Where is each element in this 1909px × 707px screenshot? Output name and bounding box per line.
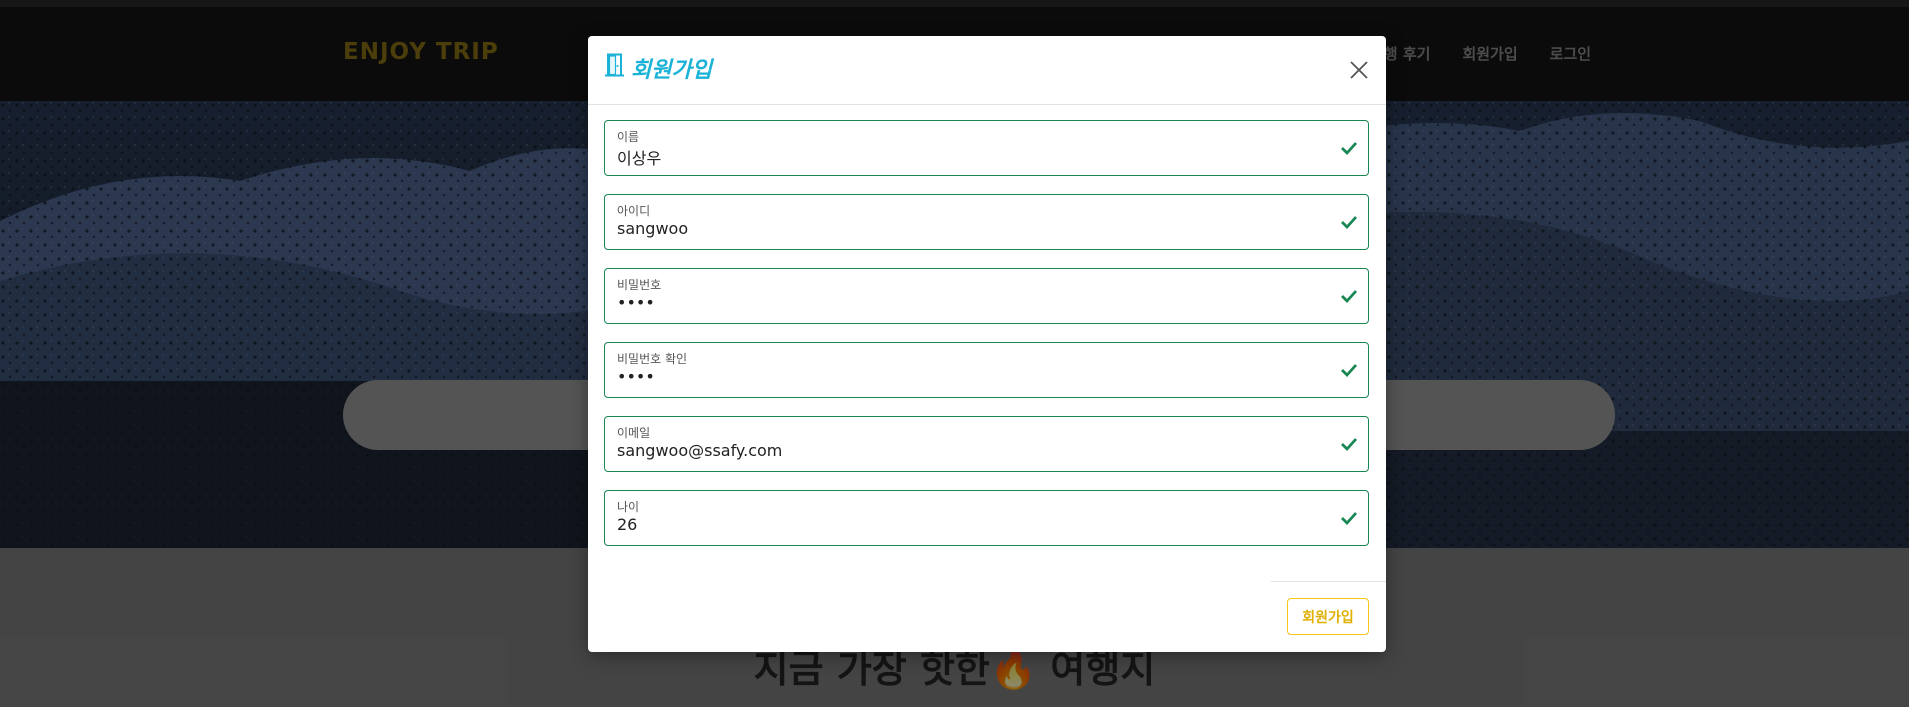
field-value[interactable]: sangwoo@ssafy.com <box>617 441 782 460</box>
field-label: 비밀번호 확인 <box>617 352 688 366</box>
modal-title: 회원가입 <box>605 52 712 84</box>
username-field[interactable]: 아이디 sangwoo <box>604 194 1369 250</box>
check-icon <box>1341 290 1358 304</box>
check-icon <box>1341 438 1358 452</box>
field-value[interactable]: 26 <box>617 515 637 534</box>
close-icon[interactable] <box>1349 60 1369 80</box>
field-value[interactable]: sangwoo <box>617 219 688 238</box>
signup-modal: 회원가입 이름 이상우 아이디 sangwoo 비밀번호 •••• 비밀번호 확… <box>588 36 1386 652</box>
field-label: 이름 <box>617 130 640 144</box>
name-field[interactable]: 이름 이상우 <box>604 120 1369 176</box>
door-icon <box>605 53 625 83</box>
password-field[interactable]: 비밀번호 •••• <box>604 268 1369 324</box>
modal-title-text: 회원가입 <box>631 58 712 83</box>
check-icon <box>1341 512 1358 526</box>
modal-header: 회원가입 <box>588 36 1386 105</box>
age-field[interactable]: 나이 26 <box>604 490 1369 546</box>
field-label: 아이디 <box>617 204 651 218</box>
field-label: 이메일 <box>617 426 651 440</box>
field-value[interactable]: 이상우 <box>617 145 661 169</box>
signup-submit-button[interactable]: 회원가입 <box>1287 598 1369 635</box>
check-icon <box>1341 364 1358 378</box>
field-value[interactable]: •••• <box>617 367 655 386</box>
footer-divider <box>1271 581 1386 582</box>
field-value[interactable]: •••• <box>617 293 655 312</box>
field-label: 비밀번호 <box>617 278 662 292</box>
check-icon <box>1341 216 1358 230</box>
check-icon <box>1341 142 1358 156</box>
password-confirm-field[interactable]: 비밀번호 확인 •••• <box>604 342 1369 398</box>
field-label: 나이 <box>617 500 640 514</box>
email-field[interactable]: 이메일 sangwoo@ssafy.com <box>604 416 1369 472</box>
